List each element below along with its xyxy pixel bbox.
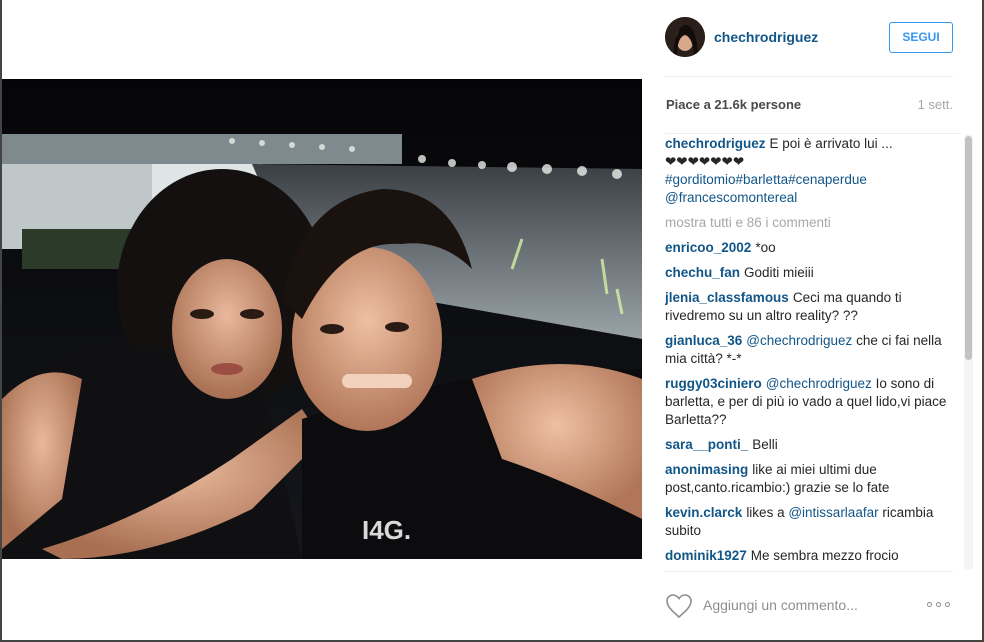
avatar-image [665, 17, 705, 57]
comment: sara__ponti_ Belli [665, 436, 953, 454]
caption: chechrodriguez E poi è arrivato lui ... ❤… [665, 135, 953, 207]
heart-outline-icon[interactable] [665, 593, 693, 619]
comment-username[interactable]: chechu_fan [665, 265, 740, 280]
more-options-icon[interactable] [927, 598, 953, 610]
follow-button[interactable]: SEGUI [889, 22, 953, 53]
comment-text: Goditi mieiii [744, 265, 814, 280]
comment-text: Belli [752, 437, 778, 452]
photo-image: I4G. [2, 79, 642, 559]
comment-input[interactable] [703, 594, 913, 616]
comment-text: Me sembra mezzo frocio [750, 548, 899, 563]
post-photo[interactable]: I4G. [2, 79, 642, 559]
comment: enricoo_2002 *oo [665, 239, 953, 257]
comments-list[interactable]: chechrodriguez E poi è arrivato lui ... ❤… [665, 133, 961, 571]
comment: ruggy03ciniero @chechrodriguez Io sono di… [665, 375, 953, 429]
dot [936, 602, 941, 607]
view-all-comments[interactable]: mostra tutti e 86 i commenti [665, 214, 953, 232]
caption-hearts: ❤❤❤❤❤❤❤ [665, 154, 745, 169]
comment: gianluca_36 @chechrodriguez che ci fai ne… [665, 332, 953, 368]
comment-mention[interactable]: @chechrodriguez [746, 333, 852, 348]
post-header: chechrodriguez SEGUI [665, 15, 953, 77]
comment-text: likes a [746, 505, 785, 520]
post-meta: Piace a 21.6k persone 1 sett. [665, 96, 953, 116]
comments-scrollbar[interactable] [964, 134, 973, 570]
caption-mention[interactable]: @francescomontereal [665, 190, 797, 205]
comment-mention[interactable]: @chechrodriguez [766, 376, 872, 391]
header-username[interactable]: chechrodriguez [714, 29, 818, 45]
comment: kevin.clarck likes a @intissarlaafar rica… [665, 504, 953, 540]
caption-hashtags[interactable]: #gorditomio#barletta#cenaperdue [665, 172, 867, 187]
post-sidebar: chechrodriguez SEGUI Piace a 21.6k perso… [652, 0, 968, 640]
caption-text: E poi è arrivato lui ... [769, 136, 893, 151]
comment: jlenia_classfamous Ceci ma quando ti rive… [665, 289, 953, 325]
post-time[interactable]: 1 sett. [918, 97, 953, 112]
svg-text:I4G.: I4G. [362, 515, 411, 545]
comment-username[interactable]: dominik1927 [665, 548, 747, 563]
caption-username[interactable]: chechrodriguez [665, 136, 766, 151]
comment: dominik1927 Me sembra mezzo frocio [665, 547, 953, 565]
scrollbar-thumb[interactable] [965, 136, 972, 360]
comment-username[interactable]: kevin.clarck [665, 505, 742, 520]
comment: chechu_fan Goditi mieiii [665, 264, 953, 282]
comment: anonimasing like ai miei ultimi due post,… [665, 461, 953, 497]
dot [927, 602, 932, 607]
comment-username[interactable]: jlenia_classfamous [665, 290, 789, 305]
comment-username[interactable]: anonimasing [665, 462, 748, 477]
comment-username[interactable]: gianluca_36 [665, 333, 742, 348]
comment-mention[interactable]: @intissarlaafar [788, 505, 878, 520]
comment-footer [665, 571, 953, 635]
comment-username[interactable]: sara__ponti_ [665, 437, 748, 452]
dot [945, 602, 950, 607]
comment-username[interactable]: enricoo_2002 [665, 240, 751, 255]
likes-count[interactable]: Piace a 21.6k persone [666, 97, 801, 112]
avatar[interactable] [665, 17, 705, 57]
comment-username[interactable]: ruggy03ciniero [665, 376, 762, 391]
comment-text: *oo [755, 240, 776, 255]
